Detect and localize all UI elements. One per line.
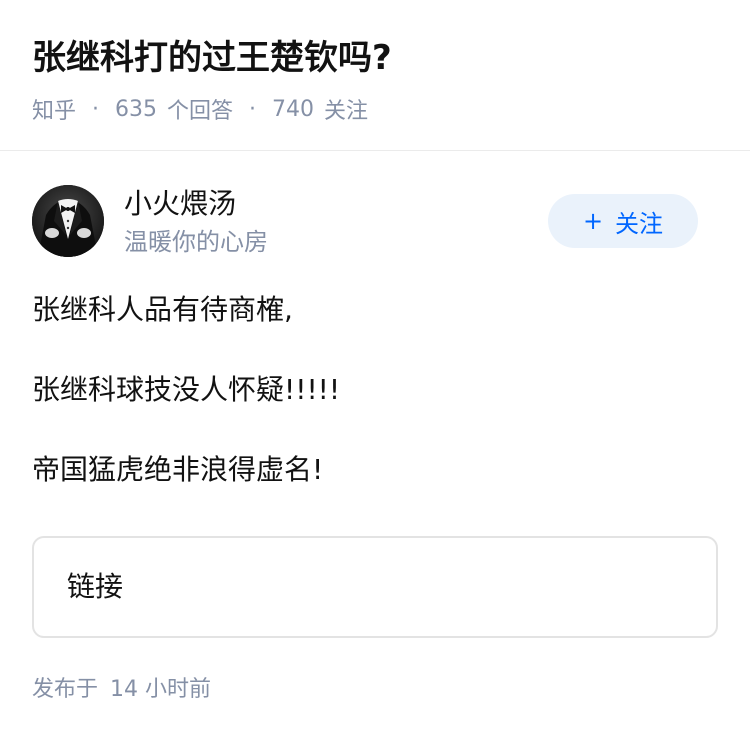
follow-button[interactable]: + 关注	[548, 194, 698, 248]
answer-count-label: 个回答	[167, 99, 234, 124]
question-header: 张继科打的过王楚钦吗? 知乎 · 635 个回答 · 740 关注	[0, 0, 750, 151]
tuxedo-avatar-icon	[32, 185, 104, 257]
answer-paragraph: 张继科球技没人怀疑!!!!!	[32, 373, 341, 406]
answer-paragraph: 张继科人品有待商榷,	[32, 293, 293, 326]
question-title[interactable]: 张继科打的过王楚钦吗?	[32, 34, 392, 82]
answer-content: 张继科人品有待商榷, 张继科球技没人怀疑!!!!! 帝国猛虎绝非浪得虚名!	[32, 290, 718, 530]
plus-icon: +	[582, 207, 604, 235]
publish-label: 发布于	[32, 677, 99, 702]
publish-time: 14 小时前	[110, 677, 212, 702]
link-card-label: 链接	[67, 570, 124, 603]
follower-count-label: 关注	[324, 99, 369, 124]
follow-button-label: 关注	[615, 209, 664, 238]
author-row: 小火煨汤 温暖你的心房 + 关注	[32, 185, 718, 259]
meta-separator: ·	[249, 96, 257, 122]
meta-separator: ·	[92, 96, 100, 122]
follower-count: 740	[272, 96, 315, 122]
author-bio: 温暖你的心房	[124, 228, 268, 256]
avatar[interactable]	[32, 185, 104, 257]
author-name[interactable]: 小火煨汤	[124, 185, 236, 223]
answer-count: 635	[115, 96, 158, 122]
answer-paragraph: 帝国猛虎绝非浪得虚名!	[32, 453, 324, 486]
publish-info: 发布于 14 小时前	[32, 674, 211, 706]
question-meta: 知乎 · 635 个回答 · 740 关注	[32, 92, 368, 126]
link-card[interactable]: 链接	[32, 536, 718, 638]
source-label: 知乎	[32, 99, 77, 124]
